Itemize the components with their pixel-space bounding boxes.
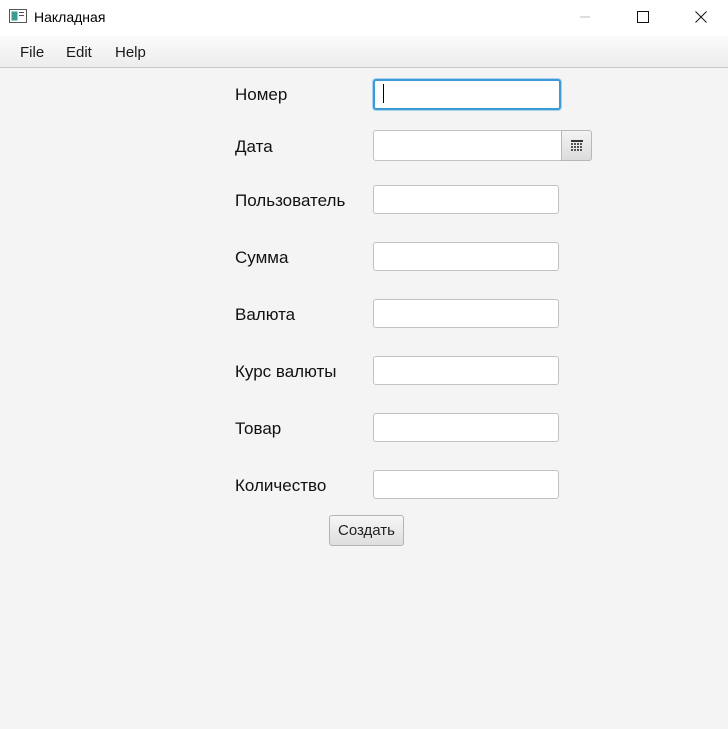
user-label: Пользователь: [235, 191, 346, 210]
create-button[interactable]: Создать: [329, 515, 404, 546]
app-icon: [9, 9, 27, 23]
date-picker-button[interactable]: [561, 130, 592, 161]
menu-file[interactable]: File: [20, 44, 44, 61]
number-field[interactable]: [373, 79, 561, 110]
number-label: Номер: [235, 85, 288, 104]
sum-label: Сумма: [235, 248, 289, 267]
date-label: Дата: [235, 137, 273, 156]
menu-bar: File Edit Help: [0, 36, 728, 68]
exchange-rate-label: Курс валюты: [235, 362, 337, 381]
menu-help[interactable]: Help: [115, 44, 146, 61]
close-icon: [695, 11, 707, 23]
sum-field[interactable]: [373, 242, 559, 271]
title-bar: Накладная: [0, 0, 728, 36]
product-field[interactable]: [373, 413, 559, 442]
quantity-label: Количество: [235, 476, 327, 495]
minimize-button[interactable]: [562, 0, 608, 34]
maximize-button[interactable]: [620, 0, 666, 34]
app-window: Накладная File Edit Help Номер Дата Поль…: [0, 0, 728, 729]
minimize-icon: [580, 16, 590, 18]
exchange-rate-field[interactable]: [373, 356, 559, 385]
product-label: Товар: [235, 419, 282, 438]
text-caret: [383, 84, 384, 103]
date-field[interactable]: [373, 130, 563, 161]
menu-edit[interactable]: Edit: [66, 44, 92, 61]
user-field[interactable]: [373, 185, 559, 214]
close-button[interactable]: [678, 0, 724, 34]
currency-field[interactable]: [373, 299, 559, 328]
quantity-field[interactable]: [373, 470, 559, 499]
currency-label: Валюта: [235, 305, 296, 324]
maximize-icon: [637, 11, 649, 23]
window-title: Накладная: [34, 9, 106, 25]
calendar-icon: [570, 140, 583, 151]
